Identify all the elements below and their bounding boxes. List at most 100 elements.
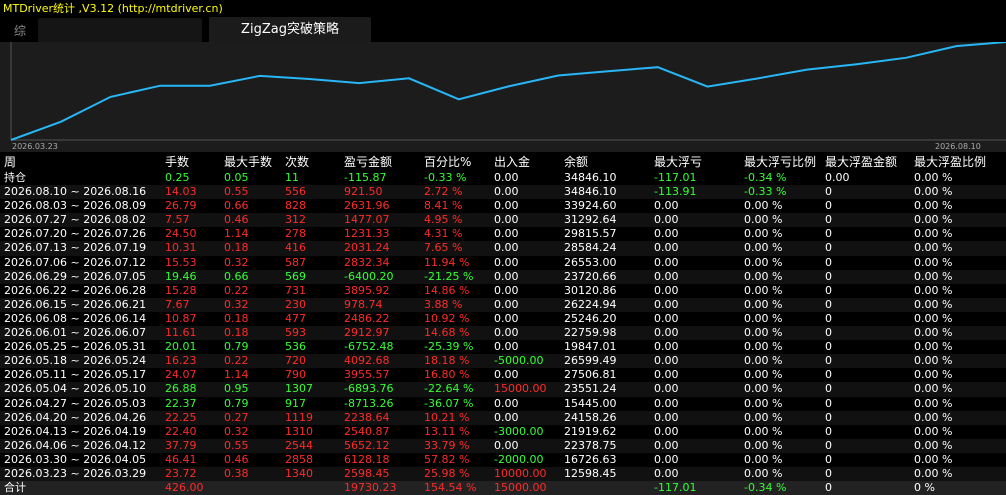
table-cell: 0.00 % <box>914 171 953 184</box>
table-row: 2026.06.22 ~ 2026.06.28 15.28 0.22 731 3895.… <box>0 284 1006 298</box>
table-cell: 0.18 <box>224 241 249 255</box>
table-cell: 26553.00 <box>564 255 617 269</box>
table-row: 2026.03.30 ~ 2026.04.05 46.41 0.46 2858 6128… <box>0 453 1006 467</box>
table-cell: 34846.10 <box>564 185 617 199</box>
table-cell: 2026.07.06 ~ 2026.07.12 <box>4 255 147 269</box>
table-cell: 2631.96 <box>344 199 390 213</box>
table-cell: 16.23 <box>165 354 197 368</box>
table-cell: 3.88 % <box>424 297 463 311</box>
table-cell: 持仓 <box>4 171 26 184</box>
table-cell: -22.64 % <box>424 382 474 396</box>
table-cell: 0.66 <box>224 269 249 283</box>
table-cell: 0.00 <box>654 424 679 438</box>
table-cell: 19.46 <box>165 269 197 283</box>
table-cell: 0.00 <box>494 340 519 354</box>
table-cell: 10.92 % <box>424 311 470 325</box>
table-cell: 13.11 % <box>424 424 470 438</box>
tab-blank[interactable] <box>38 18 202 42</box>
table-cell: -6752.48 <box>344 340 394 354</box>
table-cell: 1231.33 <box>344 227 390 241</box>
table-cell: 4092.68 <box>344 354 390 368</box>
table-cell: 2486.22 <box>344 311 390 325</box>
table-header-row: 周 手数 最大手数 次数 盈亏金额 百分比% 出入金 余额 最大浮亏 最大浮亏比例 最大浮盈金额 最大… <box>0 155 1006 171</box>
tab-zigzag-strategy[interactable]: ZigZag突破策略 <box>209 17 371 43</box>
table-cell: 0.25 <box>165 171 190 184</box>
table-row: 2026.05.25 ~ 2026.05.31 20.01 0.79 536 -6752… <box>0 340 1006 354</box>
table-cell: 0.00 <box>654 269 679 283</box>
column-header: 盈亏金额 <box>344 155 393 169</box>
table-cell: 27506.81 <box>564 368 617 382</box>
table-cell: 1307 <box>285 382 313 396</box>
table-cell: 31292.64 <box>564 213 617 227</box>
table-cell: 57.82 % <box>424 452 470 466</box>
table-cell: 26.79 <box>165 199 197 213</box>
table-cell: 29815.57 <box>564 227 617 241</box>
table-cell: 0.00 <box>654 213 679 227</box>
table-cell: 0 <box>825 227 832 241</box>
table-cell: -8713.26 <box>344 396 394 410</box>
table-cell: 2026.07.13 ~ 2026.07.19 <box>4 241 147 255</box>
table-cell: -25.39 % <box>424 340 474 354</box>
table-cell: 569 <box>285 269 306 283</box>
table-cell: 15.53 <box>165 255 197 269</box>
table-cell: 2026.08.03 ~ 2026.08.09 <box>4 199 147 213</box>
column-header: 出入金 <box>494 155 531 169</box>
table-cell: 0.00 % <box>914 269 953 283</box>
table-cell: 0.00 % <box>744 269 783 283</box>
table-cell: 0 <box>825 382 832 396</box>
table-cell: 0.00 <box>494 326 519 340</box>
table-cell: 0.00 % <box>914 297 953 311</box>
table-cell: 0 <box>825 297 832 311</box>
table-cell: 0.00 % <box>914 382 953 396</box>
table-cell: 0.00 <box>654 382 679 396</box>
table-cell: 0.00 % <box>914 452 953 466</box>
table-cell: 7.67 <box>165 297 190 311</box>
table-cell: 0.32 <box>224 255 249 269</box>
table-cell: 16726.63 <box>564 452 617 466</box>
table-cell: 0.18 <box>224 311 249 325</box>
table-cell: 24.07 <box>165 368 197 382</box>
table-cell: 14.03 <box>165 185 197 199</box>
table-cell: 0.00 <box>654 255 679 269</box>
table-cell: 790 <box>285 368 306 382</box>
table-cell: 22.25 <box>165 410 197 424</box>
table-cell: 8.41 % <box>424 199 463 213</box>
table-cell: 0.00 % <box>914 283 953 297</box>
table-cell: 2.72 % <box>424 185 463 199</box>
window-title: MTDriver统计 ,V3.12 (http://mtdriver.cn) <box>0 0 1006 18</box>
table-cell: 0.00 <box>825 171 850 184</box>
table-cell: -117.01 <box>654 171 697 184</box>
table-cell: 0.27 <box>224 410 249 424</box>
table-cell: 2026.08.10 ~ 2026.08.16 <box>4 185 147 199</box>
table-cell: 23.72 <box>165 466 197 480</box>
table-cell: 33924.60 <box>564 199 617 213</box>
table-cell: 0 <box>825 368 832 382</box>
table-cell: 0.00 <box>494 396 519 410</box>
table-cell: 587 <box>285 255 306 269</box>
table-cell: 0.00 % <box>914 354 953 368</box>
weekly-stats-table: 周 手数 最大手数 次数 盈亏金额 百分比% 出入金 余额 最大浮亏 最大浮亏比例 最大浮盈金额 最大… <box>0 155 1006 495</box>
table-cell: 2238.64 <box>344 410 390 424</box>
table-cell: -2000.00 <box>494 452 544 466</box>
table-cell: 10000.00 <box>494 466 547 480</box>
table-cell: 4.31 % <box>424 227 463 241</box>
table-cell: 0.00 <box>654 340 679 354</box>
table-cell: 0.38 <box>224 466 249 480</box>
table-cell: 0.00 % <box>744 368 783 382</box>
table-cell: 1.14 <box>224 368 249 382</box>
table-cell: 593 <box>285 326 306 340</box>
table-cell: 24.50 <box>165 227 197 241</box>
table-cell: 0.00 % <box>914 255 953 269</box>
table-cell: 33.79 % <box>424 438 470 452</box>
table-cell: 0.00 <box>494 297 519 311</box>
table-row: 2026.04.06 ~ 2026.04.12 37.79 0.55 2544 5652… <box>0 438 1006 453</box>
table-cell: 0.00 % <box>744 283 783 297</box>
table-cell: 0.00 <box>494 199 519 213</box>
table-cell: 4.95 % <box>424 213 463 227</box>
table-cell: 26599.49 <box>564 354 617 368</box>
table-cell: 0.00 <box>654 297 679 311</box>
tab-summary[interactable]: 综 <box>14 22 26 39</box>
table-cell: -0.33 % <box>744 185 787 199</box>
table-cell: 917 <box>285 396 306 410</box>
table-cell: 2026.04.27 ~ 2026.05.03 <box>4 396 147 410</box>
